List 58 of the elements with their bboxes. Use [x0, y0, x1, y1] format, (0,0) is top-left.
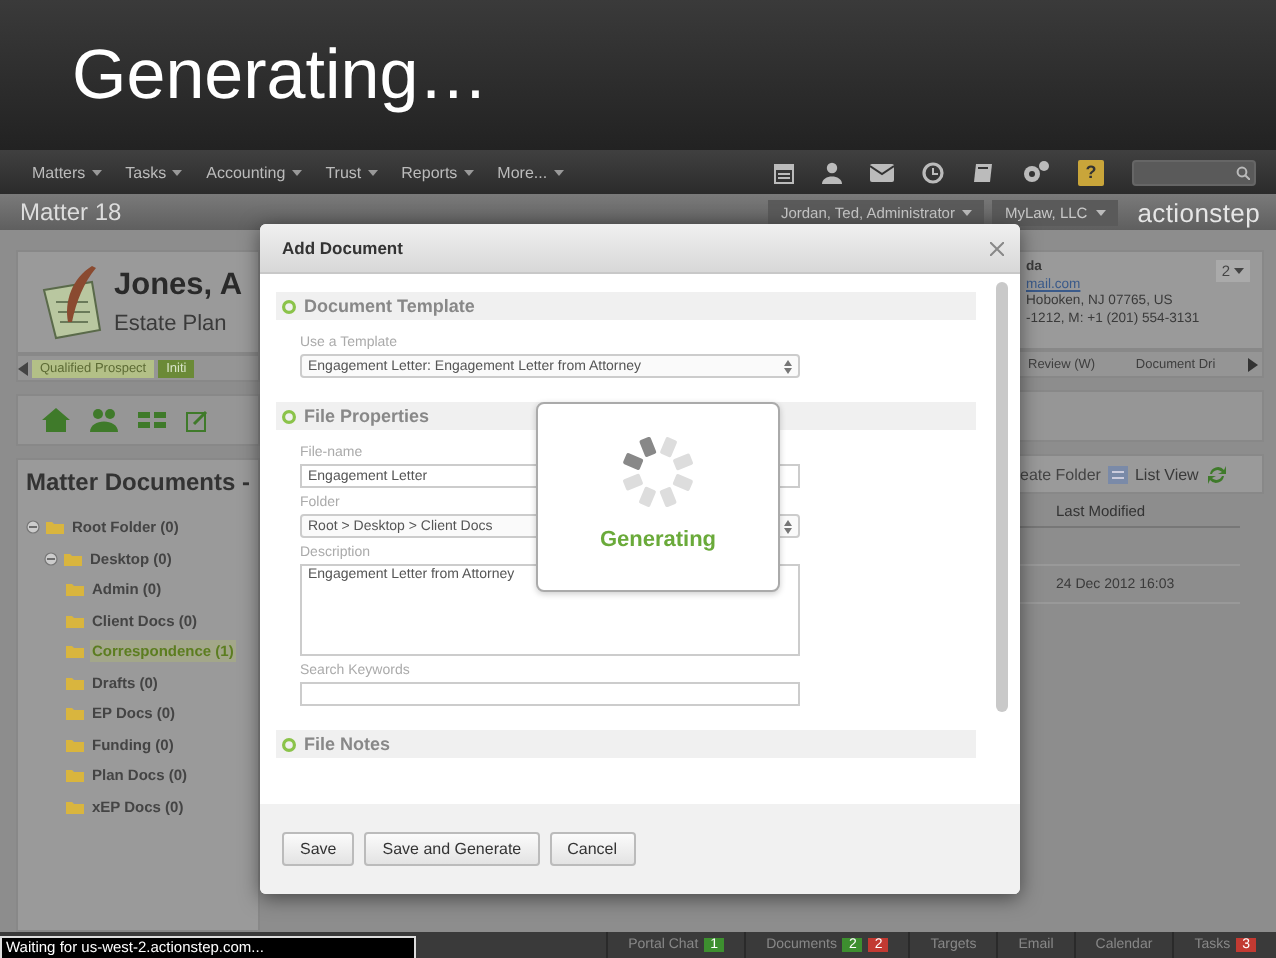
nav-menu[interactable]: Trust	[325, 163, 378, 181]
dialog-button[interactable]: Cancel	[549, 832, 636, 866]
dialog-button[interactable]: Save and Generate	[364, 832, 540, 866]
nav-menu[interactable]: Tasks	[125, 163, 183, 181]
clock-icon[interactable]	[922, 161, 944, 183]
input-field[interactable]	[300, 682, 800, 706]
circle-icon	[282, 299, 296, 313]
book-icon[interactable]	[972, 161, 994, 183]
dialog-button[interactable]: Save	[282, 832, 355, 866]
caret-icon	[463, 169, 474, 175]
search-icon	[1236, 165, 1250, 179]
caret-icon	[91, 169, 102, 175]
matter-type: Estate Plan	[114, 312, 229, 336]
spinner-icon	[618, 432, 698, 512]
circle-icon	[282, 737, 296, 751]
create-folder-button[interactable]: eate Folder	[1020, 465, 1101, 483]
updown-icon	[784, 519, 792, 533]
refresh-icon[interactable]	[1206, 463, 1229, 485]
matter-title: Matter 18	[20, 198, 122, 226]
section-header[interactable]: File Notes	[276, 730, 976, 758]
list-icon[interactable]	[138, 410, 166, 430]
envelope-icon[interactable]	[870, 163, 894, 181]
section-header[interactable]: Document Template	[276, 292, 976, 320]
calendar-icon[interactable]	[774, 161, 794, 183]
panel-title: Matter Documents -	[26, 468, 253, 496]
slide-title: Generating…	[72, 35, 489, 115]
nav-menu[interactable]: Matters	[32, 163, 102, 181]
list-view-button[interactable]: List View	[1108, 465, 1199, 483]
dialog-title: Add Document	[282, 238, 403, 258]
caret-icon	[1234, 268, 1244, 274]
circle-icon	[282, 409, 296, 423]
close-icon[interactable]	[990, 241, 1004, 255]
updown-icon	[784, 359, 792, 373]
logo: actionstep	[1137, 197, 1260, 227]
client-name: Jones, A	[114, 268, 243, 304]
caret-icon	[553, 169, 564, 175]
left-arrow-icon[interactable]	[18, 361, 28, 375]
person-icon[interactable]	[822, 161, 842, 183]
search-field[interactable]	[1132, 159, 1256, 185]
nav-menu[interactable]: Accounting	[206, 163, 302, 181]
home-icon[interactable]	[42, 408, 70, 432]
nav-menu[interactable]: More...	[497, 163, 564, 181]
collapse-icon[interactable]	[26, 520, 40, 535]
edit-icon[interactable]	[186, 409, 208, 431]
caret-icon	[1095, 209, 1106, 215]
settings-icon[interactable]	[1022, 160, 1050, 184]
scrollbar[interactable]	[996, 282, 1008, 712]
loading-popup: Generating	[536, 402, 780, 592]
collapse-icon[interactable]	[44, 551, 58, 566]
nav-menu[interactable]: Reports	[401, 163, 474, 181]
caret-icon	[962, 209, 973, 215]
right-arrow-icon[interactable]	[1247, 357, 1258, 371]
caret-icon	[172, 169, 183, 175]
caret-icon	[291, 169, 302, 175]
people-icon[interactable]	[90, 408, 118, 432]
list-icon	[1108, 465, 1129, 483]
help-button[interactable]: ?	[1078, 159, 1104, 185]
caret-icon	[367, 169, 378, 175]
